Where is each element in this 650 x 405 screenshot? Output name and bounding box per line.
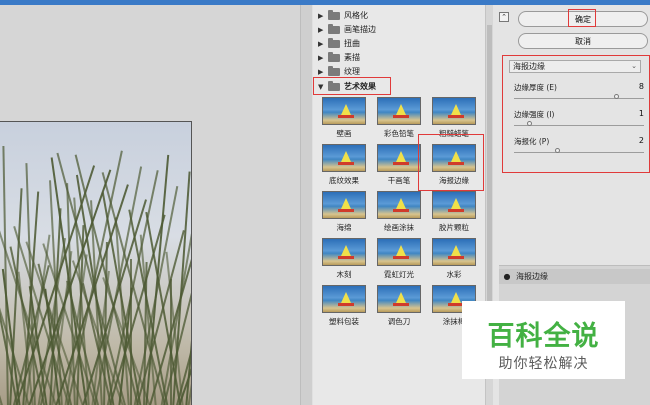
grass-stroke — [145, 154, 170, 405]
filter-gallery-tree: ▶ 风格化 ▶ 画笔描边 ▶ 扭曲 ▶ 素描 ▶ 纹理 ▼ 艺术效果 壁画 彩色铅… — [313, 5, 485, 405]
filter-preview-image — [322, 285, 366, 313]
effect-layer-label: 海报边缘 — [516, 272, 548, 281]
filter-thumbnail[interactable]: 绘画涂抹 — [372, 191, 426, 235]
filter-thumbnail-label: 海绵 — [336, 223, 352, 232]
category-label: 纹理 — [344, 67, 360, 76]
filter-thumbnail-label: 壁画 — [336, 129, 352, 138]
preview-scrollbar[interactable] — [300, 5, 312, 405]
filter-preview-image — [377, 285, 421, 313]
param-edge-thickness: 边缘厚度 (E) 8 — [514, 82, 644, 99]
folder-icon — [328, 23, 340, 34]
grass-stroke — [130, 259, 132, 405]
param-value-input[interactable]: 2 — [639, 136, 644, 145]
filter-thumbnail-label: 绘画涂抹 — [384, 223, 414, 232]
filter-preview-image — [322, 97, 366, 125]
category-brush-strokes[interactable]: ▶ 画笔描边 — [318, 23, 376, 36]
slider-knob[interactable] — [555, 148, 560, 153]
filter-preview-image — [432, 238, 476, 266]
folder-icon — [328, 37, 340, 48]
folder-icon — [328, 65, 340, 76]
filter-thumbnail-label: 塑料包装 — [329, 317, 359, 326]
filter-preview-image — [432, 191, 476, 219]
effect-layer-row[interactable]: ● 海报边缘 — [499, 269, 650, 284]
filter-preview-image — [377, 144, 421, 172]
param-edge-intensity: 边缘强度 (I) 1 — [514, 109, 644, 126]
filter-thumbnail[interactable]: 壁画 — [317, 97, 371, 141]
filter-select-value: 海报边缘 — [513, 62, 545, 71]
filter-thumbnail-label: 水彩 — [446, 270, 462, 279]
filter-thumbnail[interactable]: 霓虹灯光 — [372, 238, 426, 282]
filter-thumbnail[interactable]: 水彩 — [427, 238, 481, 282]
cancel-button[interactable]: 取消 — [518, 33, 648, 49]
param-value-input[interactable]: 1 — [639, 109, 644, 118]
category-label: 素描 — [344, 53, 360, 62]
slider-track[interactable] — [514, 152, 644, 153]
category-label: 扭曲 — [344, 39, 360, 48]
filter-thumbnail[interactable]: 海绵 — [317, 191, 371, 235]
category-label: 风格化 — [344, 11, 368, 20]
filter-preview-image — [322, 191, 366, 219]
preview-image — [0, 121, 192, 405]
filter-thumbnail[interactable]: 塑料包装 — [317, 285, 371, 329]
category-label: 画笔描边 — [344, 25, 376, 34]
slider-knob[interactable] — [527, 121, 532, 126]
scrollbar-thumb[interactable] — [487, 25, 492, 325]
watermark-title: 百科全说 — [487, 321, 600, 352]
filter-preview-image — [322, 238, 366, 266]
slider-track[interactable] — [514, 98, 644, 99]
category-distort[interactable]: ▶ 扭曲 — [318, 37, 360, 50]
preview-canvas[interactable] — [0, 5, 312, 405]
filter-thumbnail[interactable]: 胶片颗粒 — [427, 191, 481, 235]
chevron-right-icon: ▶ — [318, 53, 324, 62]
param-value-input[interactable]: 8 — [639, 82, 644, 91]
param-label: 海报化 (P) — [514, 137, 550, 146]
slider-track[interactable] — [514, 125, 644, 126]
filter-thumbnail[interactable]: 木刻 — [317, 238, 371, 282]
watermark-subtitle: 助你轻松解决 — [498, 356, 589, 372]
filter-preview-image — [377, 97, 421, 125]
filter-thumbnail[interactable]: 调色刀 — [372, 285, 426, 329]
chevron-down-icon: ⌄ — [631, 62, 637, 70]
ok-highlight-box — [568, 9, 596, 27]
chevron-right-icon: ▶ — [318, 67, 324, 76]
collapse-icon[interactable]: ⌃ — [499, 12, 509, 22]
filter-preview-image — [322, 144, 366, 172]
filter-thumbnail[interactable]: 底纹效果 — [317, 144, 371, 188]
filter-preview-image — [432, 97, 476, 125]
category-highlight-box — [313, 77, 391, 95]
filter-settings-box: 海报边缘 ⌄ 边缘厚度 (E) 8 边缘强度 (I) 1 海报化 (P) 2 — [502, 55, 650, 173]
eye-icon[interactable]: ● — [502, 272, 512, 281]
category-stylize[interactable]: ▶ 风格化 — [318, 9, 368, 22]
watermark: 百科全说 助你轻松解决 — [462, 301, 625, 379]
param-posterization: 海报化 (P) 2 — [514, 136, 644, 153]
folder-icon — [328, 51, 340, 62]
filter-preview-image — [377, 191, 421, 219]
selected-filter-highlight-box — [418, 134, 484, 191]
filter-preview-image — [377, 238, 421, 266]
slider-knob[interactable] — [614, 94, 619, 99]
category-sketch[interactable]: ▶ 素描 — [318, 51, 360, 64]
filter-thumbnail-label: 木刻 — [336, 270, 352, 279]
filter-select[interactable]: 海报边缘 ⌄ — [509, 60, 641, 73]
chevron-right-icon: ▶ — [318, 39, 324, 48]
param-label: 边缘强度 (I) — [514, 110, 555, 119]
param-label: 边缘厚度 (E) — [514, 83, 557, 92]
filter-thumbnail-label: 胶片颗粒 — [439, 223, 469, 232]
chevron-right-icon: ▶ — [318, 25, 324, 34]
filter-thumbnail-label: 底纹效果 — [329, 176, 359, 185]
filter-thumbnail-label: 调色刀 — [387, 317, 411, 326]
filter-thumbnail-label: 霓虹灯光 — [384, 270, 414, 279]
folder-icon — [328, 9, 340, 20]
chevron-right-icon: ▶ — [318, 11, 324, 20]
